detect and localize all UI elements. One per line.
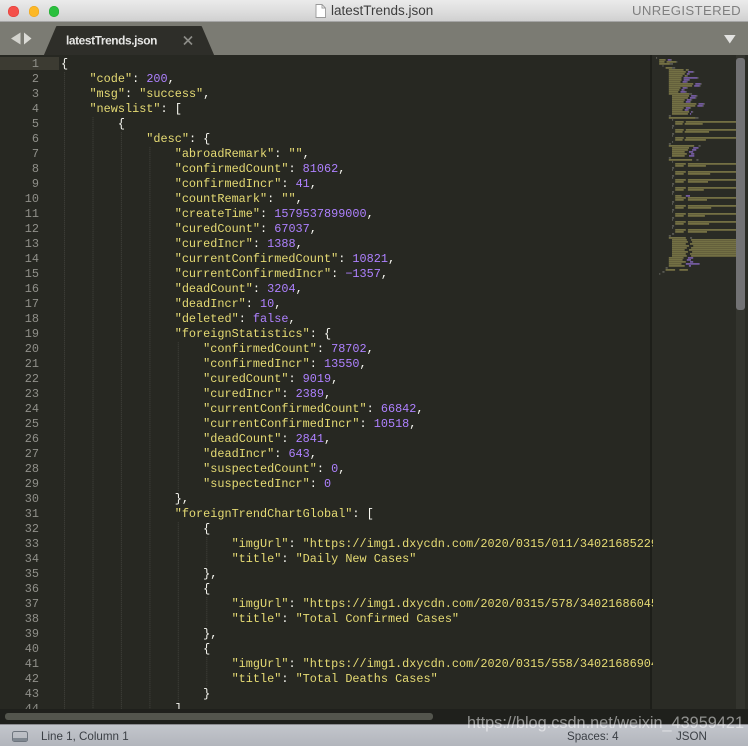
- svg-text:latestTrends.json: latestTrends.json: [66, 34, 157, 48]
